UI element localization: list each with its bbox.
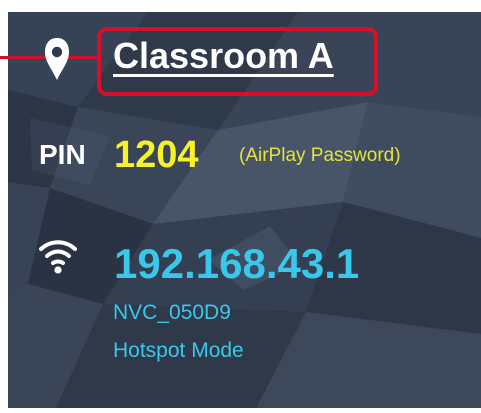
wifi-icon	[39, 240, 77, 274]
airplay-password-hint: (AirPlay Password)	[239, 145, 401, 166]
network-mode: Hotspot Mode	[113, 339, 244, 362]
screen-root: Classroom A PIN 1204 (AirPlay Password) …	[0, 0, 481, 413]
network-ssid: NVC_050D9	[113, 301, 231, 324]
location-name: Classroom A	[113, 35, 334, 76]
pin-code: 1204	[114, 134, 199, 176]
pin-label: PIN	[39, 139, 86, 170]
location-pin-icon	[45, 38, 69, 80]
ip-address: 192.168.43.1	[114, 240, 360, 287]
